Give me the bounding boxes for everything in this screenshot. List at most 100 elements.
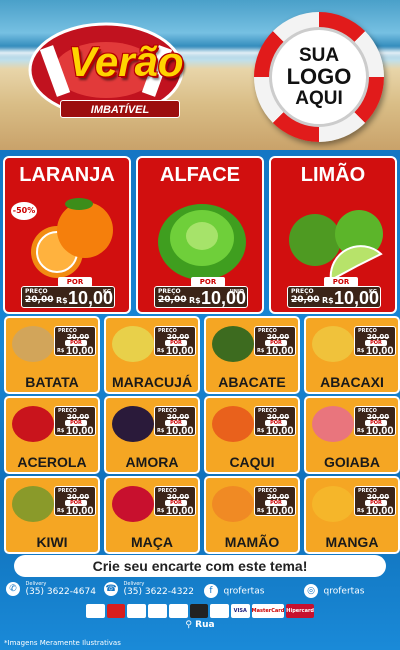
product-card[interactable]: PREÇO 20,00 POR R$ 10,00 ABACATE	[204, 316, 300, 394]
price-tag: PREÇO 20,00 POR R$ 10,00	[354, 406, 396, 437]
por-label: POR	[58, 277, 92, 287]
hipercard-logo: Hipercard	[286, 604, 315, 618]
product-name: LARANJA	[19, 164, 115, 186]
currency: R$	[57, 348, 65, 354]
product-name: ACEROLA	[17, 454, 87, 470]
product-card[interactable]: PREÇO 20,00 POR R$ 10,00 MAMÃO	[204, 476, 300, 554]
phone-contact[interactable]: ☎ Delivery (35) 3622-4322	[104, 581, 194, 601]
price-tag: PREÇO 20,00 POR R$ 10,00	[54, 326, 96, 357]
featured-card-laranja[interactable]: LARANJA -50% POR PREÇO 20,00 R$ 10,00 KG	[3, 156, 131, 314]
unit-label: KG	[369, 289, 377, 295]
price-tag: PREÇO 20,00 POR R$ 10,00	[254, 486, 296, 517]
currency: R$	[157, 428, 165, 434]
price-tag: PREÇO 20,00 POR R$ 10,00	[54, 486, 96, 517]
unit-label: UNID	[229, 289, 244, 295]
logo-buoy: SUA LOGO AQUI	[254, 12, 384, 142]
product-card[interactable]: PREÇO 20,00 POR R$ 10,00 AMORA	[104, 396, 200, 474]
product-card[interactable]: PREÇO 20,00 POR R$ 10,00 ACEROLA	[4, 396, 100, 474]
product-card[interactable]: PREÇO 20,00 POR R$ 10,00 MANGA	[304, 476, 400, 554]
blackberry-icon	[112, 406, 154, 442]
currency: R$	[57, 428, 65, 434]
currency: R$	[257, 508, 265, 514]
current-price: 10,00	[166, 505, 194, 517]
card-icon	[106, 604, 126, 618]
preco-label: PREÇO	[25, 288, 48, 295]
product-name: ALFACE	[160, 164, 240, 186]
por-label: POR	[324, 277, 358, 287]
whatsapp-icon: ✆	[6, 582, 20, 596]
facebook-handle: qrofertas	[223, 586, 265, 597]
acerola-icon	[12, 406, 54, 442]
offers-area: LARANJA -50% POR PREÇO 20,00 R$ 10,00 KG…	[0, 150, 400, 650]
logo-placeholder[interactable]: SUA LOGO AQUI	[269, 27, 369, 127]
instagram-icon: ◎	[304, 584, 318, 598]
product-name: AMORA	[125, 454, 179, 470]
guava-icon	[312, 406, 354, 442]
disclaimer: *Imagens Meramente Ilustrativas	[4, 639, 121, 647]
location-pin-icon: ⚲	[185, 620, 196, 630]
old-price: 20,00	[291, 295, 320, 305]
product-name: MAÇA	[131, 534, 173, 550]
current-price: 10,00	[366, 425, 394, 437]
current-price: 10,00	[366, 345, 394, 357]
apple-icon	[112, 486, 154, 522]
instagram-handle: qrofertas	[323, 586, 365, 597]
card-icon	[210, 604, 229, 618]
kiwi-icon	[12, 486, 54, 522]
product-name: BATATA	[25, 374, 79, 390]
product-card[interactable]: PREÇO 20,00 POR R$ 10,00 BATATA	[4, 316, 100, 394]
header-banner: Verão IMBATÍVEL SUA LOGO AQUI	[0, 0, 400, 150]
price-tag: POR PREÇO 20,00 R$ 10,00 KG	[287, 277, 381, 308]
price-tag: PREÇO 20,00 POR R$ 10,00	[154, 406, 196, 437]
logo-text-line: LOGO	[286, 64, 352, 90]
product-card[interactable]: PREÇO 20,00 POR R$ 10,00 MAÇA	[104, 476, 200, 554]
product-card[interactable]: PREÇO 20,00 POR R$ 10,00 ABACAXI	[304, 316, 400, 394]
product-card[interactable]: PREÇO 20,00 POR R$ 10,00 GOIABA	[304, 396, 400, 474]
featured-card-alface[interactable]: ALFACE POR PREÇO 20,00 R$ 10,00 UNID	[136, 156, 264, 314]
brand-title: Verão	[68, 38, 184, 85]
price-tag: PREÇO 20,00 POR R$ 10,00	[254, 406, 296, 437]
current-price: 10,00	[66, 425, 94, 437]
brand-subtitle: IMBATÍVEL	[60, 100, 180, 118]
product-name: ABACATE	[218, 374, 286, 390]
product-card[interactable]: PREÇO 20,00 POR R$ 10,00 CAQUI	[204, 396, 300, 474]
card-icon	[127, 604, 147, 618]
featured-card-limao[interactable]: LIMÃO POR PREÇO 20,00 R$ 10,00 KG	[269, 156, 397, 314]
currency: R$	[57, 508, 65, 514]
product-name: MANGA	[325, 534, 379, 550]
currency: R$	[257, 348, 265, 354]
currency: R$	[257, 428, 265, 434]
product-name: KIWI	[36, 534, 68, 550]
product-name: ABACAXI	[320, 374, 384, 390]
card-icon	[168, 604, 188, 618]
currency: R$	[357, 428, 365, 434]
preco-label: PREÇO	[291, 288, 314, 295]
passion-fruit-icon	[112, 326, 154, 362]
price-tag: PREÇO 20,00 POR R$ 10,00	[254, 326, 296, 357]
price-tag: PREÇO 20,00 POR R$ 10,00	[354, 486, 396, 517]
card-icon	[86, 604, 105, 618]
phone-icon: ☎	[104, 582, 118, 596]
lime-icon	[289, 210, 383, 282]
avocado-icon	[212, 326, 254, 362]
old-price: 20,00	[25, 295, 54, 305]
current-price: 10,00	[166, 425, 194, 437]
instagram-contact[interactable]: ◎ qrofertas	[304, 584, 364, 604]
facebook-contact[interactable]: f qrofertas	[204, 584, 264, 604]
product-card[interactable]: PREÇO 20,00 POR R$ 10,00 MARACUJÁ	[104, 316, 200, 394]
persimmon-icon	[212, 406, 254, 442]
currency: R$	[357, 348, 365, 354]
current-price: 10,00	[266, 505, 294, 517]
currency: R$	[157, 348, 165, 354]
product-card[interactable]: PREÇO 20,00 POR R$ 10,00 KIWI	[4, 476, 100, 554]
address-text: Rua	[195, 620, 215, 630]
papaya-icon	[212, 486, 254, 522]
mastercard-logo: MasterCard	[251, 604, 285, 618]
flyer: Verão IMBATÍVEL SUA LOGO AQUI LARANJA -5…	[0, 0, 400, 650]
price-tag: PREÇO 20,00 POR R$ 10,00	[54, 406, 96, 437]
product-name: MARACUJÁ	[111, 374, 193, 390]
currency: R$	[189, 296, 201, 305]
currency: R$	[157, 508, 165, 514]
whatsapp-contact[interactable]: ✆ Delivery (35) 3622-4674	[6, 581, 96, 601]
cta-banner[interactable]: Crie seu encarte com este tema!	[14, 555, 386, 577]
